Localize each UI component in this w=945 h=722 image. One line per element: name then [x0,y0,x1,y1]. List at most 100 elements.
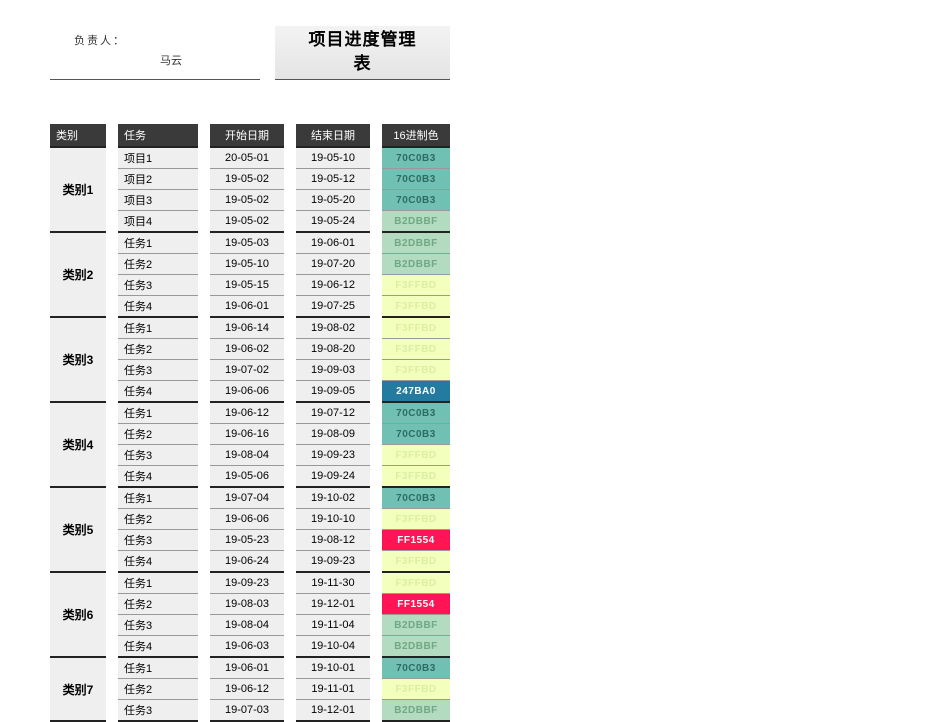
owner-label: 负责人： [74,32,250,48]
end-cell: 19-11-01 [296,679,370,700]
table-row: 类别4任务119-06-1219-07-1270C0B3 [50,402,450,424]
task-cell: 任务3 [118,445,198,466]
color-swatch: 70C0B3 [382,487,450,509]
task-cell: 任务3 [118,615,198,636]
table-row: 类别5任务119-07-0419-10-0270C0B3 [50,487,450,509]
table-row: 类别3任务119-06-1419-08-02F3FFBD [50,317,450,339]
start-cell: 19-06-14 [210,317,284,339]
table-row: 类别7任务119-06-0119-10-0170C0B3 [50,657,450,679]
end-cell: 19-06-12 [296,275,370,296]
task-cell: 任务4 [118,636,198,658]
end-cell: 19-12-01 [296,700,370,722]
start-cell: 19-06-16 [210,424,284,445]
end-cell: 19-12-01 [296,594,370,615]
color-swatch: 70C0B3 [382,657,450,679]
task-cell: 任务4 [118,296,198,318]
end-cell: 19-10-04 [296,636,370,658]
end-cell: 19-07-12 [296,402,370,424]
start-cell: 19-05-15 [210,275,284,296]
table-row: 类别6任务119-09-2319-11-30F3FFBD [50,572,450,594]
table-header-row: 类别 任务 开始日期 结束日期 16进制色 [50,124,450,147]
end-cell: 19-08-09 [296,424,370,445]
task-cell: 任务4 [118,381,198,403]
col-task: 任务 [118,124,198,147]
color-swatch: F3FFBD [382,551,450,573]
color-swatch: F3FFBD [382,572,450,594]
color-swatch: 70C0B3 [382,424,450,445]
task-cell: 任务2 [118,679,198,700]
start-cell: 20-05-01 [210,147,284,169]
task-cell: 任务2 [118,509,198,530]
start-cell: 19-08-03 [210,594,284,615]
end-cell: 19-10-01 [296,657,370,679]
category-cell: 类别1 [50,147,106,232]
start-cell: 19-06-06 [210,509,284,530]
start-cell: 19-06-01 [210,657,284,679]
page-title: 项目进度管理 表 [275,26,450,80]
color-swatch: B2DBBF [382,254,450,275]
task-cell: 任务3 [118,700,198,722]
task-cell: 任务2 [118,424,198,445]
task-cell: 项目1 [118,147,198,169]
start-cell: 19-05-10 [210,254,284,275]
color-swatch: B2DBBF [382,700,450,722]
end-cell: 19-10-02 [296,487,370,509]
start-cell: 19-05-02 [210,169,284,190]
start-cell: 19-06-02 [210,339,284,360]
end-cell: 19-08-02 [296,317,370,339]
color-swatch: FF1554 [382,594,450,615]
color-swatch: F3FFBD [382,317,450,339]
category-cell: 类别4 [50,402,106,487]
col-start: 开始日期 [210,124,284,147]
end-cell: 19-07-25 [296,296,370,318]
start-cell: 19-09-23 [210,572,284,594]
start-cell: 19-05-23 [210,530,284,551]
title-line-2: 表 [275,52,450,76]
task-cell: 任务1 [118,657,198,679]
task-cell: 任务1 [118,402,198,424]
task-cell: 任务1 [118,487,198,509]
end-cell: 19-08-20 [296,339,370,360]
task-cell: 项目3 [118,190,198,211]
end-cell: 19-05-10 [296,147,370,169]
task-cell: 任务3 [118,360,198,381]
start-cell: 19-06-01 [210,296,284,318]
project-schedule-sheet: 负责人： 马云 项目进度管理 表 类别 任务 开始日期 结束日期 16进制色 类… [50,24,450,722]
end-cell: 19-09-23 [296,551,370,573]
task-cell: 项目2 [118,169,198,190]
end-cell: 19-08-12 [296,530,370,551]
color-swatch: F3FFBD [382,445,450,466]
color-swatch: 70C0B3 [382,190,450,211]
col-category: 类别 [50,124,106,147]
color-swatch: F3FFBD [382,296,450,318]
col-color: 16进制色 [382,124,450,147]
end-cell: 19-09-03 [296,360,370,381]
color-swatch: F3FFBD [382,275,450,296]
color-swatch: F3FFBD [382,509,450,530]
color-swatch: 70C0B3 [382,147,450,169]
end-cell: 19-05-12 [296,169,370,190]
color-swatch: 70C0B3 [382,402,450,424]
start-cell: 19-08-04 [210,445,284,466]
start-cell: 19-06-24 [210,551,284,573]
task-cell: 任务2 [118,339,198,360]
color-swatch: F3FFBD [382,679,450,700]
start-cell: 19-07-04 [210,487,284,509]
end-cell: 19-09-23 [296,445,370,466]
task-cell: 任务4 [118,466,198,488]
start-cell: 19-05-02 [210,211,284,233]
category-cell: 类别5 [50,487,106,572]
col-end: 结束日期 [296,124,370,147]
header: 负责人： 马云 项目进度管理 表 [50,24,450,80]
color-swatch: B2DBBF [382,211,450,233]
task-cell: 任务1 [118,317,198,339]
end-cell: 19-09-05 [296,381,370,403]
task-cell: 任务3 [118,275,198,296]
color-swatch: B2DBBF [382,615,450,636]
end-cell: 19-11-30 [296,572,370,594]
category-cell: 类别2 [50,232,106,317]
start-cell: 19-05-03 [210,232,284,254]
color-swatch: 247BA0 [382,381,450,403]
table-row: 类别1项目120-05-0119-05-1070C0B3 [50,147,450,169]
end-cell: 19-05-24 [296,211,370,233]
